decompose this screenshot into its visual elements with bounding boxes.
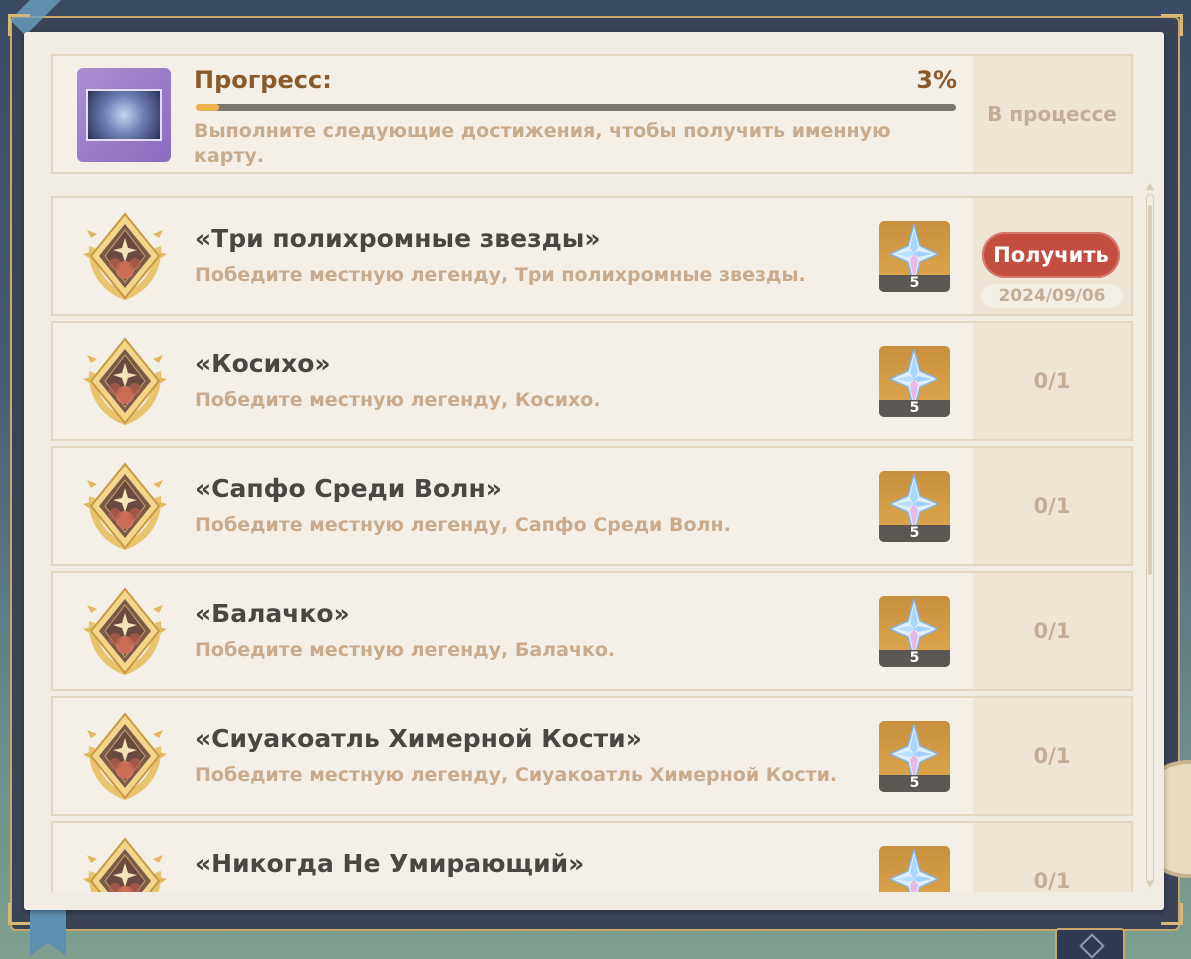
progress-count: 0/1 [1033, 369, 1071, 393]
frame-corner [1161, 14, 1183, 36]
namecard-icon[interactable] [77, 68, 171, 162]
achievement-title: «Балачко» [195, 599, 350, 628]
reward-item[interactable]: 5 [879, 721, 950, 792]
status-column: 0/1 [973, 823, 1131, 892]
laurel-medal-icon [82, 338, 168, 426]
progress-fill [196, 104, 219, 111]
laurel-medal-icon [82, 838, 168, 892]
claim-button[interactable]: Получить [982, 232, 1120, 278]
achievement-row[interactable]: «Сапфо Среди Волн» Победите местную леге… [51, 446, 1133, 566]
tab-glyph-icon [1079, 933, 1105, 959]
reward-count: 5 [879, 400, 950, 417]
achievement-description: Победите местную легенду, Сиуакоатль Хим… [195, 764, 838, 786]
reward-item[interactable]: 5 [879, 346, 950, 417]
frame-corner [1161, 903, 1183, 925]
achievement-title: «Сиуакоатль Химерной Кости» [195, 724, 642, 753]
achievement-description: Победите местную легенду, Косихо. [195, 389, 601, 411]
achievement-title: «Никогда Не Умирающий» [195, 849, 585, 878]
progress-count: 0/1 [1033, 619, 1071, 643]
bottom-tab[interactable] [1055, 928, 1125, 959]
progress-count: 0/1 [1033, 494, 1071, 518]
achievement-title: «Косихо» [195, 349, 331, 378]
status-column: 0/1 [973, 698, 1131, 814]
reward-item[interactable]: 5 [879, 596, 950, 667]
status-column: Получить 2024/09/06 [973, 198, 1131, 314]
progress-count: 0/1 [1033, 869, 1071, 892]
progress-bar [196, 104, 956, 111]
reward-count: 5 [879, 775, 950, 792]
status-column: 0/1 [973, 573, 1131, 689]
scroll-thumb[interactable] [1148, 205, 1152, 575]
scroll-down-icon[interactable]: ▼ [1144, 880, 1156, 890]
laurel-medal-icon [82, 213, 168, 301]
reward-count: 5 [879, 650, 950, 667]
status-column: 0/1 [973, 448, 1131, 564]
laurel-medal-icon [82, 713, 168, 801]
achievement-title: «Сапфо Среди Волн» [195, 474, 502, 503]
achievement-row[interactable]: «Балачко» Победите местную легенду, Бала… [51, 571, 1133, 691]
reward-item[interactable]: 5 [879, 221, 950, 292]
reward-item[interactable]: 5 [879, 471, 950, 542]
achievement-description: Победите местную легенду, Сапфо Среди Во… [195, 514, 731, 536]
scrollbar[interactable] [1146, 194, 1154, 884]
progress-percent: 3% [916, 66, 957, 94]
reward-count: 5 [879, 525, 950, 542]
progress-description: Выполните следующие достижения, чтобы по… [194, 120, 891, 167]
reward-item[interactable] [879, 846, 950, 892]
status-column: 0/1 [973, 323, 1131, 439]
primogem-icon [890, 849, 938, 892]
achievement-row[interactable]: «Никогда Не Умирающий» 0/1 [51, 821, 1133, 892]
completion-date: 2024/09/06 [981, 284, 1123, 308]
progress-count: 0/1 [1033, 744, 1071, 768]
reward-count: 5 [879, 275, 950, 292]
progress-label: Прогресс: [194, 66, 332, 94]
achievement-panel: Прогресс: 3% Выполните следующие достиже… [24, 32, 1164, 910]
achievement-description: Победите местную легенду, Балачко. [195, 639, 616, 661]
achievement-list[interactable]: Прогресс: 3% Выполните следующие достиже… [24, 32, 1164, 892]
laurel-medal-icon [82, 588, 168, 676]
status-column: В процессе [973, 56, 1131, 172]
achievement-description: Победите местную легенду, Три полихромны… [195, 264, 806, 286]
achievement-row[interactable]: «Три полихромные звезды» Победите местну… [51, 196, 1133, 316]
status-text: В процессе [987, 102, 1117, 126]
namecard-art [86, 89, 162, 141]
achievement-title: «Три полихромные звезды» [195, 224, 601, 253]
achievement-row[interactable]: «Косихо» Победите местную легенду, Косих… [51, 321, 1133, 441]
scroll-up-icon[interactable]: ▲ [1144, 182, 1156, 192]
namecard-progress-card: Прогресс: 3% Выполните следующие достиже… [51, 54, 1133, 174]
laurel-medal-icon [82, 463, 168, 551]
achievement-row[interactable]: «Сиуакоатль Химерной Кости» Победите мес… [51, 696, 1133, 816]
